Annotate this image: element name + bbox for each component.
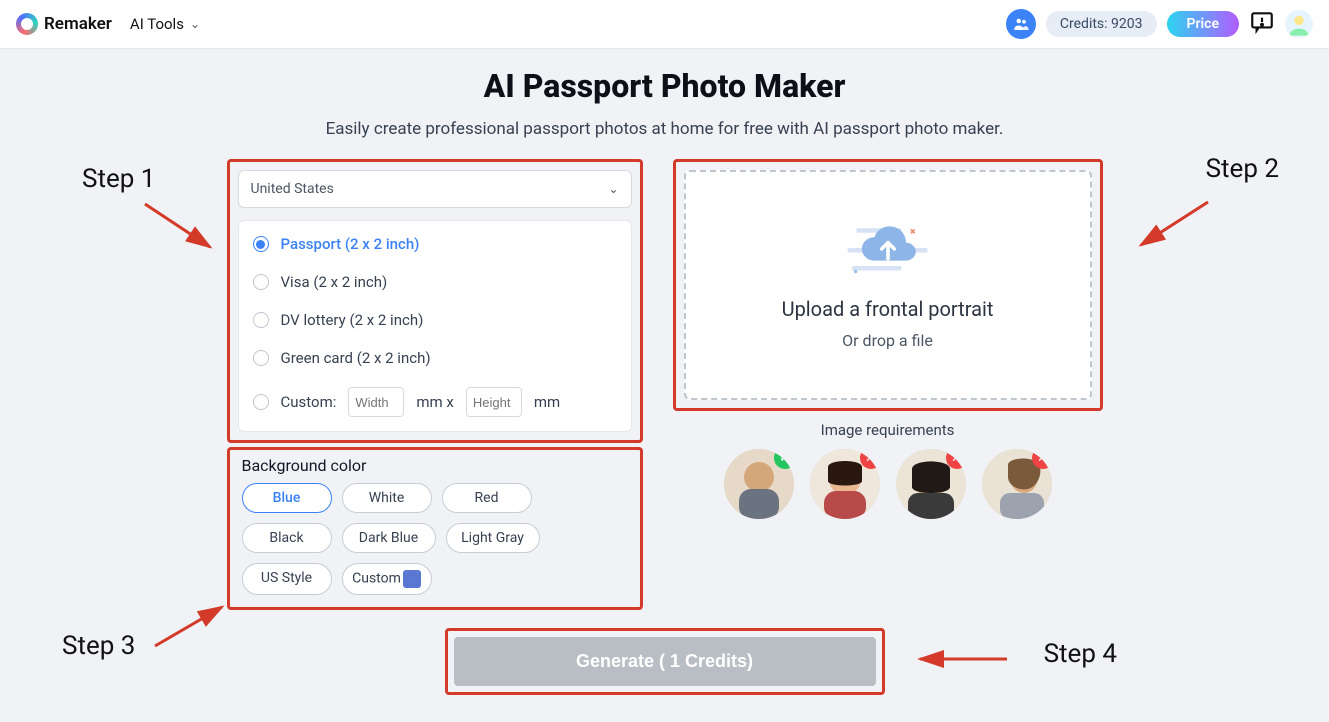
document-type-list: Passport (2 x 2 inch) Visa (2 x 2 inch) … — [238, 220, 632, 432]
req-example-3: ✕ — [896, 449, 966, 519]
bg-us-style[interactable]: US Style — [242, 563, 332, 595]
main-content: AI Passport Photo Maker Easily create pr… — [0, 49, 1329, 695]
req-example-4: ✕ — [982, 449, 1052, 519]
user-avatar[interactable] — [1285, 10, 1313, 38]
check-icon: ✓ — [774, 449, 794, 469]
page-title: AI Passport Photo Maker — [0, 67, 1329, 105]
background-panel: Background color Blue White Red Black Da… — [227, 447, 643, 610]
bg-red[interactable]: Red — [442, 483, 532, 513]
mm-x-label: mm x — [416, 393, 453, 411]
ai-tools-dropdown[interactable]: AI Tools ⌄ — [130, 15, 200, 33]
cross-icon: ✕ — [1032, 449, 1052, 469]
req-example-2: ✕ — [810, 449, 880, 519]
color-swatch-icon — [403, 570, 421, 588]
radio-icon — [253, 236, 269, 252]
arrow-icon — [150, 601, 230, 651]
doc-type-visa[interactable]: Visa (2 x 2 inch) — [239, 263, 631, 301]
cross-icon: ✕ — [860, 449, 880, 469]
upload-title: Upload a frontal portrait — [782, 297, 994, 321]
logo-icon — [16, 13, 38, 35]
bg-dark-blue[interactable]: Dark Blue — [342, 523, 436, 553]
mm-label: mm — [534, 393, 560, 411]
document-panel: United States ⌄ Passport (2 x 2 inch) Vi… — [227, 159, 643, 443]
doc-type-label: Visa (2 x 2 inch) — [281, 273, 388, 291]
custom-height-input[interactable] — [466, 387, 522, 417]
brand-logo[interactable]: Remaker — [16, 13, 112, 35]
doc-type-label: Passport (2 x 2 inch) — [281, 235, 420, 253]
doc-type-label: DV lottery (2 x 2 inch) — [281, 311, 424, 329]
doc-type-passport[interactable]: Passport (2 x 2 inch) — [239, 225, 631, 263]
country-selected-label: United States — [251, 181, 334, 197]
req-example-1: ✓ — [724, 449, 794, 519]
step-2-label: Step 2 — [1206, 154, 1279, 184]
generate-button[interactable]: Generate ( 1 Credits) — [454, 637, 876, 686]
doc-type-label: Green card (2 x 2 inch) — [281, 349, 431, 367]
doc-type-custom[interactable]: Custom: mm x mm — [239, 377, 631, 427]
custom-label: Custom: — [281, 393, 337, 411]
brand-name: Remaker — [44, 14, 112, 34]
step-3-label: Step 3 — [62, 631, 135, 661]
chevron-down-icon: ⌄ — [608, 182, 618, 196]
radio-icon — [253, 350, 269, 366]
generate-panel: Generate ( 1 Credits) — [445, 628, 885, 695]
radio-icon — [253, 312, 269, 328]
feedback-icon[interactable] — [1249, 9, 1275, 39]
doc-type-dv-lottery[interactable]: DV lottery (2 x 2 inch) — [239, 301, 631, 339]
header-left: Remaker AI Tools ⌄ — [16, 13, 200, 35]
price-button[interactable]: Price — [1167, 11, 1240, 37]
right-column: Upload a frontal portrait Or drop a file… — [673, 159, 1103, 610]
bg-black[interactable]: Black — [242, 523, 332, 553]
app-header: Remaker AI Tools ⌄ Credits: 9203 Price — [0, 0, 1329, 49]
community-icon[interactable] — [1006, 9, 1036, 39]
bg-custom[interactable]: Custom — [342, 563, 432, 595]
header-right: Credits: 9203 Price — [1006, 9, 1313, 39]
background-options: Blue White Red Black Dark Blue Light Gra… — [242, 483, 628, 595]
country-select[interactable]: United States ⌄ — [238, 170, 632, 208]
upload-panel: Upload a frontal portrait Or drop a file — [673, 159, 1103, 411]
ai-tools-label: AI Tools — [130, 15, 184, 33]
arrow-icon — [1133, 197, 1213, 257]
bg-white[interactable]: White — [342, 483, 432, 513]
background-label: Background color — [242, 456, 628, 475]
cross-icon: ✕ — [946, 449, 966, 469]
radio-icon — [253, 274, 269, 290]
bg-light-gray[interactable]: Light Gray — [446, 523, 540, 553]
radio-icon — [253, 394, 269, 410]
bg-blue[interactable]: Blue — [242, 483, 332, 513]
doc-type-green-card[interactable]: Green card (2 x 2 inch) — [239, 339, 631, 377]
custom-width-input[interactable] — [348, 387, 404, 417]
step-1-label: Step 1 — [82, 164, 155, 194]
upload-zone[interactable]: Upload a frontal portrait Or drop a file — [684, 170, 1092, 400]
chevron-down-icon: ⌄ — [190, 17, 200, 31]
requirements-label: Image requirements — [673, 421, 1103, 439]
step-4-label: Step 4 — [1044, 639, 1117, 669]
arrow-icon — [140, 199, 220, 259]
credits-pill[interactable]: Credits: 9203 — [1046, 11, 1157, 37]
arrow-icon — [912, 647, 1012, 671]
page-subtitle: Easily create professional passport phot… — [0, 119, 1329, 139]
upload-cloud-icon — [843, 221, 933, 283]
bg-custom-label: Custom — [352, 571, 401, 587]
upload-subtitle: Or drop a file — [842, 331, 933, 350]
requirements-row: ✓ ✕ ✕ ✕ — [673, 449, 1103, 519]
left-column: United States ⌄ Passport (2 x 2 inch) Vi… — [227, 159, 643, 610]
